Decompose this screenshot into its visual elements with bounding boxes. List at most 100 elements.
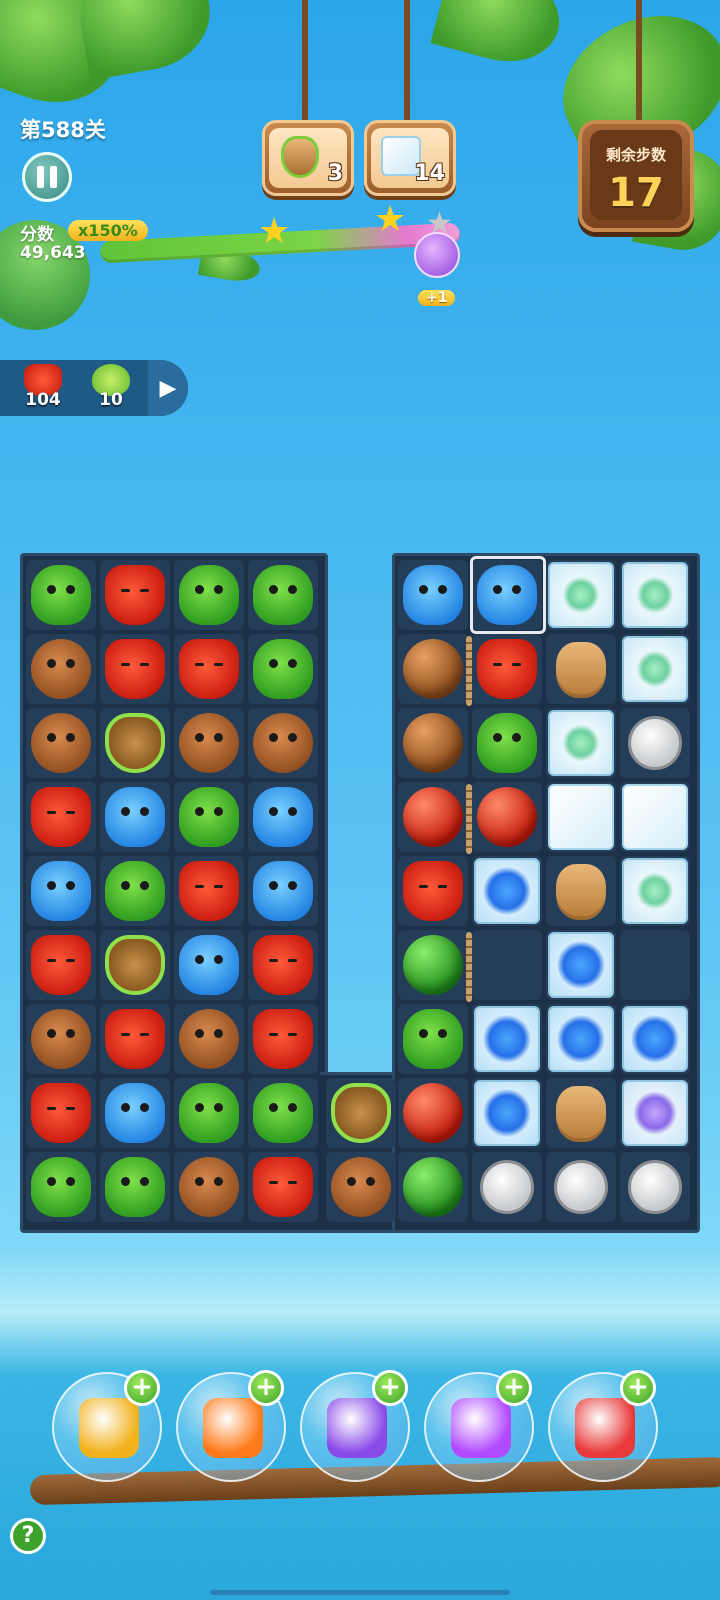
board-cell[interactable] [100,782,170,852]
board-cell[interactable] [620,1152,690,1222]
fox-tile [179,861,239,921]
board-cell[interactable] [26,708,96,778]
board-cell[interactable] [398,708,468,778]
add-booster-button[interactable]: + [496,1370,532,1406]
board-cell[interactable] [174,634,244,704]
frog-tile [253,1083,313,1143]
coin-tile [628,716,682,770]
board-cell[interactable] [26,1078,96,1148]
board-cell[interactable] [472,1152,542,1222]
board-cell[interactable] [398,782,468,852]
board-cell[interactable] [472,708,542,778]
board-cell[interactable] [472,1004,542,1074]
board-cell[interactable] [26,1152,96,1222]
help-button[interactable]: ? [10,1518,46,1554]
booster-purple-rocket[interactable]: + [424,1370,534,1482]
add-booster-button[interactable]: + [620,1370,656,1406]
board-cell[interactable] [100,930,170,1000]
board-cell[interactable] [174,1004,244,1074]
board-cell[interactable] [174,708,244,778]
board-cell[interactable] [398,856,468,926]
frog-tile [179,565,239,625]
board-cell[interactable] [100,856,170,926]
board-cell[interactable] [398,1078,468,1148]
board-cell[interactable] [546,1004,616,1074]
board-cell[interactable] [620,560,690,630]
board-cell[interactable] [472,856,542,926]
booster-swap[interactable]: + [300,1370,410,1482]
board-cell[interactable] [546,560,616,630]
board-cell[interactable] [248,634,318,704]
board-cell[interactable] [248,782,318,852]
board-cell[interactable] [620,708,690,778]
board-cell[interactable] [620,782,690,852]
iceflower-tile [622,858,688,924]
board-cell[interactable] [100,1152,170,1222]
add-booster-button[interactable]: + [372,1370,408,1406]
booster-clock[interactable]: + [176,1370,286,1482]
board-cell[interactable] [398,634,468,704]
coin-tile [554,1160,608,1214]
fox-tile [403,861,463,921]
board-cell[interactable] [398,930,468,1000]
fox-tile [31,935,91,995]
board-cell[interactable] [26,560,96,630]
board-cell[interactable] [26,856,96,926]
board-cell[interactable] [100,634,170,704]
booster-red-rocket[interactable]: + [548,1370,658,1482]
board-cell[interactable] [546,782,616,852]
board-cell[interactable] [248,560,318,630]
board-cell[interactable] [174,930,244,1000]
board-cell[interactable] [472,634,542,704]
board-cell[interactable] [398,1152,468,1222]
board-cell[interactable] [174,856,244,926]
board-cell[interactable] [174,560,244,630]
board-cell[interactable] [248,1004,318,1074]
board-cell[interactable] [174,1078,244,1148]
bluegem-tile [548,1006,614,1072]
board-cell[interactable] [26,1004,96,1074]
stone-tile [556,1086,606,1142]
board-cell[interactable] [100,1004,170,1074]
bluegem-tile [622,1006,688,1072]
board-cell[interactable] [546,1152,616,1222]
board-cell[interactable] [546,634,616,704]
bear-tile [331,1157,391,1217]
board-cell[interactable] [620,856,690,926]
board-cell[interactable] [546,708,616,778]
board-cell[interactable] [248,708,318,778]
board-cell[interactable] [326,1152,396,1222]
add-booster-button[interactable]: + [124,1370,160,1406]
board-cell[interactable] [620,1004,690,1074]
board-cell[interactable] [100,560,170,630]
board-cell[interactable] [546,856,616,926]
board-cell[interactable] [546,930,616,1000]
board-cell[interactable] [546,1078,616,1148]
board-cell[interactable] [398,1004,468,1074]
board-cell[interactable] [174,1152,244,1222]
board-cell[interactable] [174,782,244,852]
board-cell[interactable] [326,1078,396,1148]
board-cell[interactable] [248,1078,318,1148]
iceflower-tile [622,636,688,702]
coin-tile [628,1160,682,1214]
board-cell[interactable] [472,1078,542,1148]
board-cell[interactable] [398,560,468,630]
board-cell[interactable] [248,930,318,1000]
board-cell[interactable] [620,1078,690,1148]
board-cell[interactable] [100,708,170,778]
board-cell[interactable] [100,1078,170,1148]
add-booster-button[interactable]: + [248,1370,284,1406]
board-cell[interactable] [26,634,96,704]
bluegem-tile [474,858,540,924]
bear-tile [179,1009,239,1069]
board-cell[interactable] [472,782,542,852]
board-cell[interactable] [620,634,690,704]
board-cell[interactable] [26,782,96,852]
bluegem-tile [474,1080,540,1146]
board-cell[interactable] [26,930,96,1000]
hippo-tile [105,1083,165,1143]
booster-shuffle[interactable]: + [52,1370,162,1482]
board-cell[interactable] [248,1152,318,1222]
board-cell[interactable] [248,856,318,926]
